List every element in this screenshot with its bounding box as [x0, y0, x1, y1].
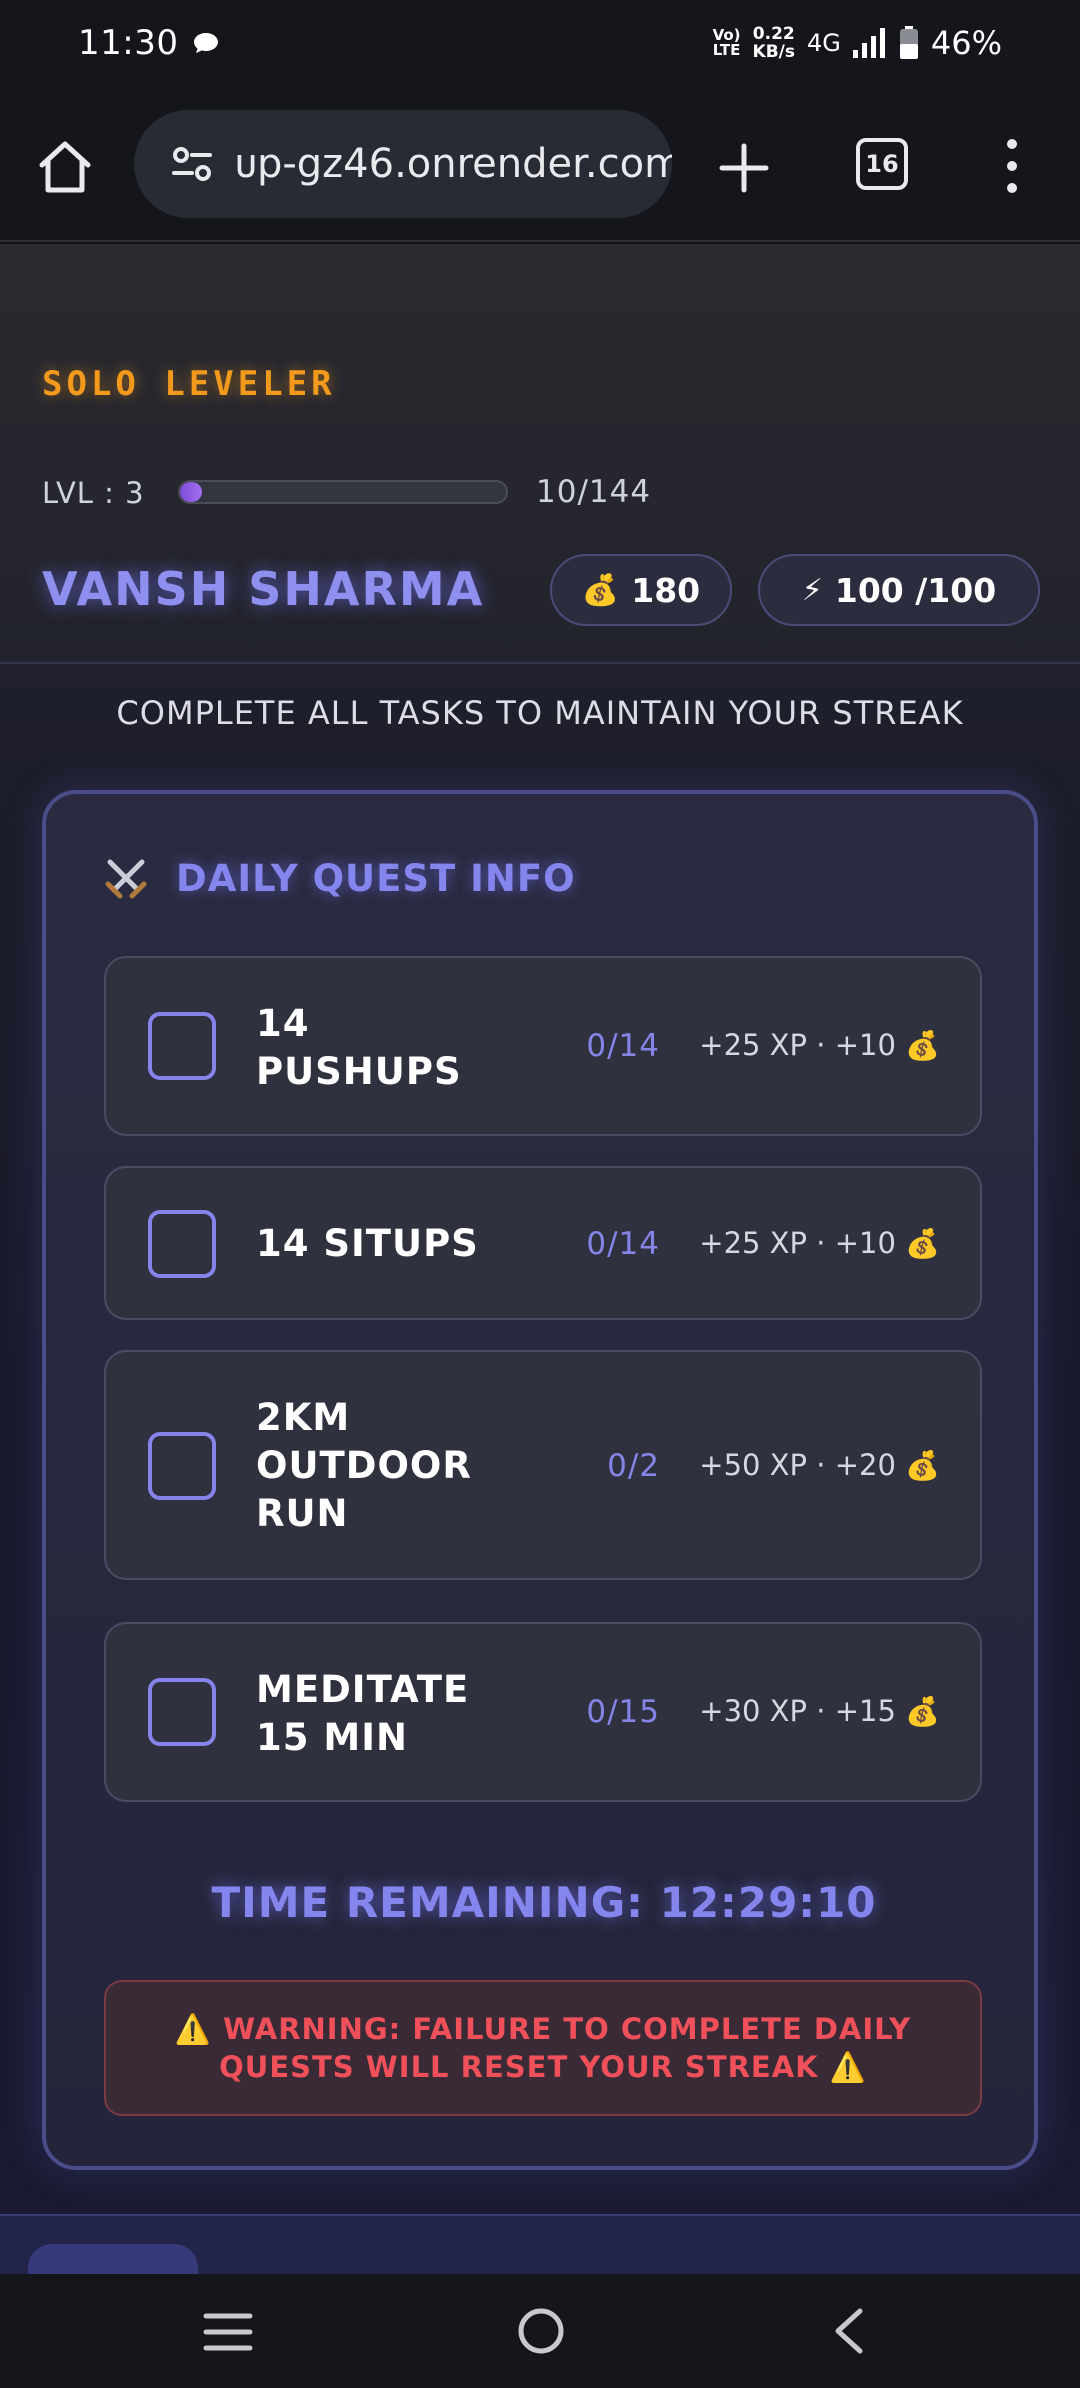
player-header: SOLO LEVELER LVL : 3 10/144 VANSH SHARMA… — [0, 244, 1080, 664]
battery-icon — [899, 26, 918, 59]
quest-item: MEDITATE 15 MIN 0/15 +30 XP · +15 💰 — [104, 1622, 982, 1802]
panel-title: DAILY QUEST INFO — [176, 856, 576, 900]
money-bag-icon: 💰 — [581, 572, 620, 608]
xp-text: 10/144 — [536, 474, 652, 510]
quest-reward: +25 XP · +10 💰 — [699, 1226, 940, 1260]
xp-progress-bar — [178, 480, 508, 504]
recent-apps-icon[interactable] — [202, 2310, 254, 2354]
quest-reward-text: +25 XP · +10 — [699, 1028, 896, 1062]
gold-value: 180 — [631, 570, 701, 610]
energy-badge: ⚡ 100 /100 — [758, 554, 1040, 626]
browser-toolbar: ᴜp-gz46.onrender.com 16 — [0, 86, 1080, 242]
volte-icon: Vo) LTE — [712, 26, 741, 59]
quest-checkbox[interactable] — [148, 1432, 216, 1500]
gold-badge: 💰 180 — [550, 554, 732, 626]
money-bag-icon: 💰 — [905, 1227, 940, 1260]
money-bag-icon: 💰 — [905, 1029, 940, 1062]
battery-percent: 46% — [930, 24, 1002, 62]
xp-progress-fill — [180, 482, 203, 502]
signal-icon — [852, 28, 885, 58]
quest-name: MEDITATE 15 MIN — [256, 1668, 470, 1759]
time-remaining: TIME REMAINING: 12:29:10 — [211, 1878, 877, 1927]
money-bag-icon: 💰 — [905, 1449, 940, 1482]
tab-switcher-button[interactable]: 16 — [856, 138, 908, 190]
quest-checkbox[interactable] — [148, 1012, 216, 1080]
quest-reward-text: +50 XP · +20 — [699, 1448, 896, 1482]
network-speed-value: 0.22 — [752, 24, 795, 44]
status-right: Vo) LTE 0.22 KB/s 4G 46% — [713, 24, 1002, 62]
network-speed-unit: KB/s — [752, 42, 795, 62]
app-brand: SOLO LEVELER — [42, 364, 336, 404]
streak-warning: ⚠️ WARNING: FAILURE TO COMPLETE DAILY QU… — [104, 1980, 982, 2116]
network-type: 4G — [807, 29, 841, 57]
home-circle-icon[interactable] — [516, 2306, 566, 2356]
lightning-icon: ⚡ — [801, 572, 823, 608]
quest-name: 14 PUSHUPS — [256, 1002, 462, 1093]
daily-quest-panel: DAILY QUEST INFO 14 PUSHUPS 0/14 +25 XP … — [42, 790, 1038, 2170]
system-nav-bar — [0, 2274, 1080, 2388]
quest-progress: 0/14 — [586, 1028, 660, 1064]
quest-reward-text: +25 XP · +10 — [699, 1226, 896, 1260]
quest-reward-text: +30 XP · +15 — [699, 1694, 896, 1728]
money-bag-icon: 💰 — [905, 1695, 940, 1728]
new-tab-icon[interactable] — [716, 140, 772, 196]
player-name: VANSH SHARMA — [42, 562, 485, 616]
network-speed: 0.22 KB/s — [753, 25, 795, 61]
quest-name: 2KM OUTDOOR RUN — [256, 1396, 472, 1535]
quest-progress: 0/15 — [586, 1694, 660, 1730]
quest-progress: 0/2 — [607, 1448, 660, 1484]
level-label: LVL : 3 — [42, 476, 145, 510]
chat-notification-icon — [194, 33, 219, 53]
quest-reward: +50 XP · +20 💰 — [699, 1448, 940, 1482]
quest-name: 14 SITUPS — [256, 1222, 479, 1265]
quest-item: 14 PUSHUPS 0/14 +25 XP · +10 💰 — [104, 956, 982, 1136]
quest-progress: 0/14 — [586, 1226, 660, 1262]
more-menu-icon[interactable] — [996, 136, 1028, 196]
home-icon[interactable] — [36, 138, 94, 196]
url-text: ᴜp-gz46.onrender.com — [234, 141, 672, 187]
quest-checkbox[interactable] — [148, 1210, 216, 1278]
status-time: 11:30 — [78, 23, 179, 63]
status-bar: 11:30 Vo) LTE 0.22 KB/s 4G 46% — [0, 0, 1080, 86]
url-bar[interactable]: ᴜp-gz46.onrender.com — [134, 110, 672, 218]
energy-value: 100 /100 — [834, 570, 997, 610]
quest-item: 2KM OUTDOOR RUN 0/2 +50 XP · +20 💰 — [104, 1350, 982, 1580]
crossed-swords-icon — [105, 859, 147, 899]
quest-reward: +25 XP · +10 💰 — [699, 1028, 940, 1062]
streak-note: COMPLETE ALL TASKS TO MAINTAIN YOUR STRE… — [116, 694, 964, 732]
app-content: SOLO LEVELER LVL : 3 10/144 VANSH SHARMA… — [0, 244, 1080, 2284]
site-settings-icon[interactable] — [172, 146, 212, 182]
quest-item: 14 SITUPS 0/14 +25 XP · +10 💰 — [104, 1166, 982, 1320]
status-left: 11:30 — [78, 23, 220, 63]
back-icon[interactable] — [830, 2306, 866, 2356]
quest-reward: +30 XP · +15 💰 — [699, 1694, 940, 1728]
quest-checkbox[interactable] — [148, 1678, 216, 1746]
panel-header: DAILY QUEST INFO — [102, 854, 576, 902]
